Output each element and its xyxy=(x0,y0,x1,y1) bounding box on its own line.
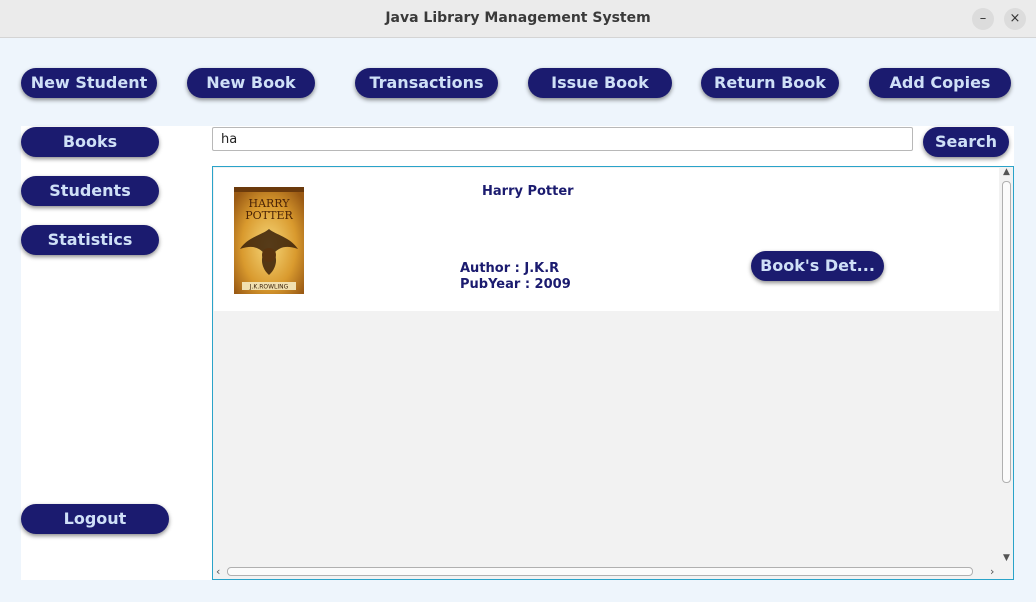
book-title: Harry Potter xyxy=(482,184,574,199)
search-button[interactable]: Search xyxy=(923,127,1009,157)
results-list[interactable]: HARRY POTTER J.K.ROWLING Harry Potter Au… xyxy=(212,166,1014,580)
scroll-down-icon[interactable]: ▼ xyxy=(1000,553,1013,563)
book-pubyear: PubYear : 2009 xyxy=(460,277,571,292)
main-window: New Student New Book Transactions Issue … xyxy=(0,38,1036,602)
cover-author: J.K.ROWLING xyxy=(249,284,289,291)
logout-button[interactable]: Logout xyxy=(21,504,169,534)
new-student-button[interactable]: New Student xyxy=(21,68,157,98)
search-input[interactable] xyxy=(212,127,913,151)
book-card: HARRY POTTER J.K.ROWLING Harry Potter Au… xyxy=(214,168,999,311)
book-details-button[interactable]: Book's Det... xyxy=(751,251,884,281)
return-book-button[interactable]: Return Book xyxy=(701,68,839,98)
add-copies-button[interactable]: Add Copies xyxy=(869,68,1011,98)
minimize-icon[interactable]: – xyxy=(972,8,994,30)
scroll-up-icon[interactable]: ▲ xyxy=(1000,167,1013,177)
issue-book-button[interactable]: Issue Book xyxy=(528,68,672,98)
vertical-scrollbar[interactable]: ▲ ▼ xyxy=(1000,167,1013,565)
new-book-button[interactable]: New Book xyxy=(187,68,315,98)
scroll-right-icon[interactable]: › xyxy=(990,565,994,579)
horizontal-scroll-thumb[interactable] xyxy=(227,567,973,576)
book-author: Author : J.K.R xyxy=(460,261,560,276)
sidebar-statistics-button[interactable]: Statistics xyxy=(21,225,159,255)
transactions-button[interactable]: Transactions xyxy=(355,68,498,98)
title-bar: Java Library Management System – × xyxy=(0,0,1036,38)
scroll-left-icon[interactable]: ‹ xyxy=(216,565,220,579)
close-icon[interactable]: × xyxy=(1004,8,1026,30)
cover-title-mid: POTTER xyxy=(245,209,293,222)
sidebar-books-button[interactable]: Books xyxy=(21,127,159,157)
sidebar-students-button[interactable]: Students xyxy=(21,176,159,206)
book-cover-image: HARRY POTTER J.K.ROWLING xyxy=(234,187,304,294)
window-title: Java Library Management System xyxy=(385,10,651,26)
vertical-scroll-thumb[interactable] xyxy=(1002,181,1011,483)
horizontal-scrollbar[interactable]: ‹ › xyxy=(213,565,1013,579)
